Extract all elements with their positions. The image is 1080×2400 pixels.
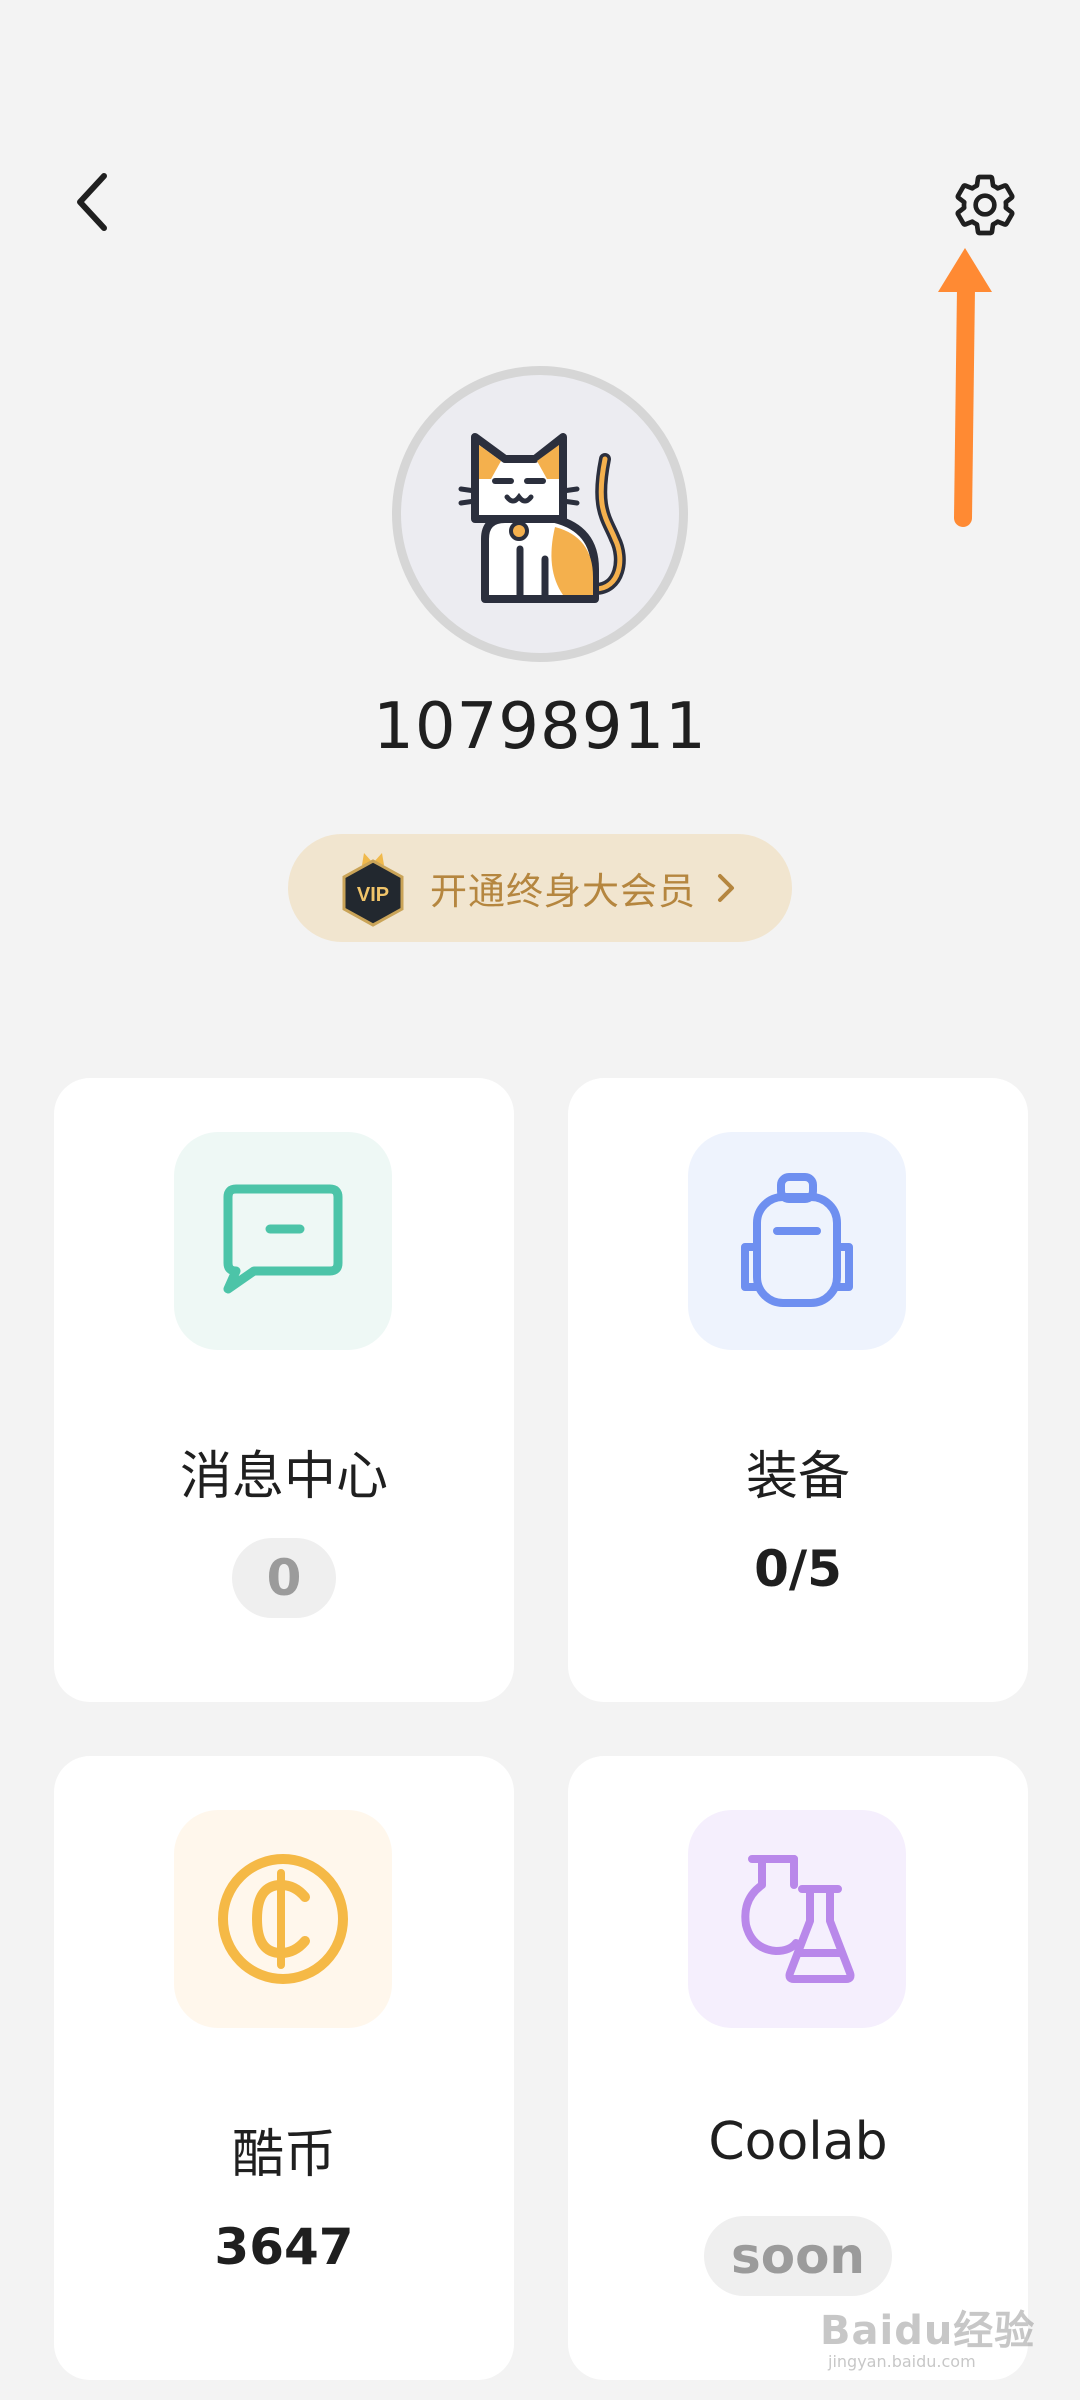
coolab-tile bbox=[688, 1810, 906, 2028]
coin-balance: 3647 bbox=[214, 2218, 354, 2276]
equipment-card[interactable]: 装备 0/5 bbox=[568, 1078, 1028, 1702]
card-title: 酷币 bbox=[231, 2125, 336, 2185]
watermark-text: Baidu经验 bbox=[820, 2308, 1036, 2354]
message-tile bbox=[174, 1132, 392, 1350]
coin-card[interactable]: 酷币 3647 bbox=[54, 1756, 514, 2380]
gear-icon bbox=[955, 174, 1015, 236]
chevron-left-icon bbox=[77, 173, 107, 231]
backpack-icon bbox=[741, 1173, 853, 1307]
avatar[interactable] bbox=[392, 366, 688, 662]
watermark-subtext: jingyan.baidu.com bbox=[828, 2352, 976, 2371]
equipment-tile bbox=[688, 1132, 906, 1350]
vip-badge-icon: VIP bbox=[342, 853, 404, 927]
card-title: Coolab bbox=[708, 2112, 888, 2172]
vip-upgrade-button[interactable]: VIP 开通终身大会员 bbox=[288, 834, 792, 942]
chat-bubble-icon bbox=[223, 1184, 343, 1294]
profile-page: 10798911 VIP 开通终身大会员 消息中心 0 装备 0/5 酷币 36… bbox=[0, 0, 1080, 2400]
message-count-badge: 0 bbox=[232, 1538, 336, 1618]
chevron-right-icon bbox=[718, 874, 734, 902]
watermark: Baidu经验 jingyan.baidu.com bbox=[820, 2270, 1060, 2380]
cat-icon bbox=[458, 433, 626, 603]
vip-label: 开通终身大会员 bbox=[430, 870, 696, 913]
annotation-arrow bbox=[938, 248, 992, 527]
back-button[interactable] bbox=[60, 160, 124, 244]
equipment-count: 0/5 bbox=[754, 1540, 842, 1598]
card-title: 装备 bbox=[745, 1447, 850, 1507]
flask-icon bbox=[741, 1855, 855, 1983]
message-center-card[interactable]: 消息中心 0 bbox=[54, 1078, 514, 1702]
user-id: 10798911 bbox=[373, 690, 707, 764]
vip-badge-label: VIP bbox=[357, 884, 389, 906]
card-title: 消息中心 bbox=[179, 1447, 388, 1507]
coin-tile bbox=[174, 1810, 392, 2028]
coin-icon bbox=[218, 1854, 348, 1984]
settings-button[interactable] bbox=[940, 160, 1030, 250]
